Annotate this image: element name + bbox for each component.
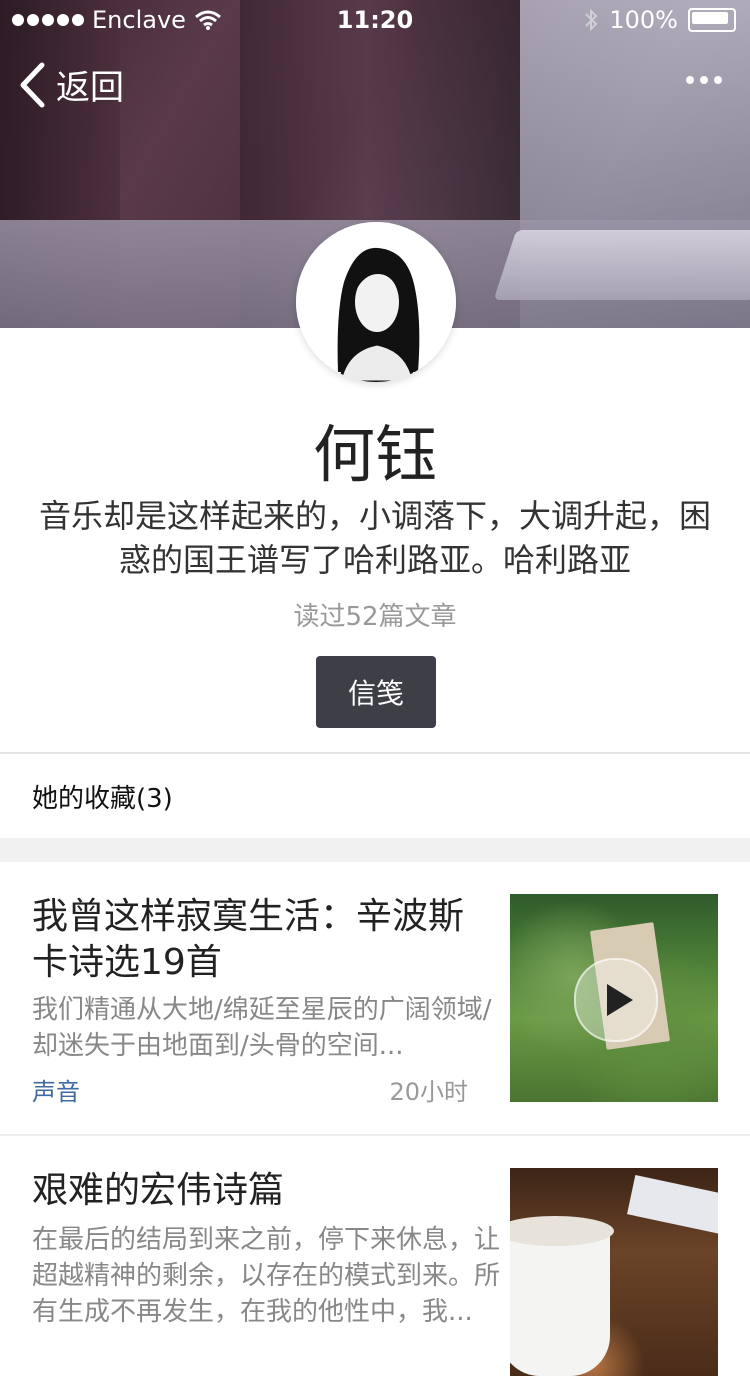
article-title[interactable]: 艰难的宏伟诗篇 <box>32 1168 482 1214</box>
section-separator <box>0 838 750 862</box>
battery-icon <box>688 8 736 32</box>
profile-bio: 音乐却是这样起来的，小调落下，大调升起，困惑的国王谱写了哈利路亚。哈利路亚 <box>38 497 711 579</box>
laptop-image <box>493 230 750 300</box>
play-icon[interactable] <box>574 958 658 1042</box>
article-title[interactable]: 我曾这样寂寞生活：辛波斯卡诗选19首 <box>32 894 482 986</box>
back-label: 返回 <box>56 68 124 108</box>
garden-sign-video-thumbnail[interactable] <box>510 894 718 1102</box>
bluetooth-icon <box>585 8 598 32</box>
collections-header: 她的收藏(3) <box>32 784 173 814</box>
chevron-left-icon <box>20 62 45 107</box>
read-count: 读过52篇文章 <box>293 602 457 632</box>
status-bar: Enclave 11:20 100% <box>0 0 750 40</box>
back-button[interactable]: 返回 <box>18 60 124 109</box>
divider <box>0 752 750 754</box>
article-tag[interactable]: 声音 <box>32 1072 80 1107</box>
list-item[interactable]: 艰难的宏伟诗篇 在最后的结局到来之前，停下来休息，让超越精神的剩余，以存在的模式… <box>0 1136 750 1376</box>
battery-percentage: 100% <box>609 6 678 34</box>
article-excerpt: 我们精通从大地/绵延至星辰的广阔领域/却迷失于由地面到/头骨的空间... <box>32 995 492 1061</box>
article-excerpt: 在最后的结局到来之前，停下来休息，让超越精神的剩余，以存在的模式到来。所有生成不… <box>32 1225 501 1327</box>
letter-button[interactable]: 信笺 <box>316 656 436 728</box>
article-time: 20小时 <box>389 1078 468 1106</box>
more-icon <box>686 76 694 84</box>
avatar-portrait-icon <box>296 222 456 382</box>
profile-name: 何钰 <box>312 418 437 491</box>
coffee-cup-thumbnail[interactable] <box>510 1168 718 1376</box>
list-item[interactable]: 我曾这样寂寞生活：辛波斯卡诗选19首 我们精通从大地/绵延至星辰的广阔领域/却迷… <box>0 862 750 1134</box>
more-options-button[interactable] <box>686 76 722 84</box>
avatar[interactable] <box>296 222 456 382</box>
